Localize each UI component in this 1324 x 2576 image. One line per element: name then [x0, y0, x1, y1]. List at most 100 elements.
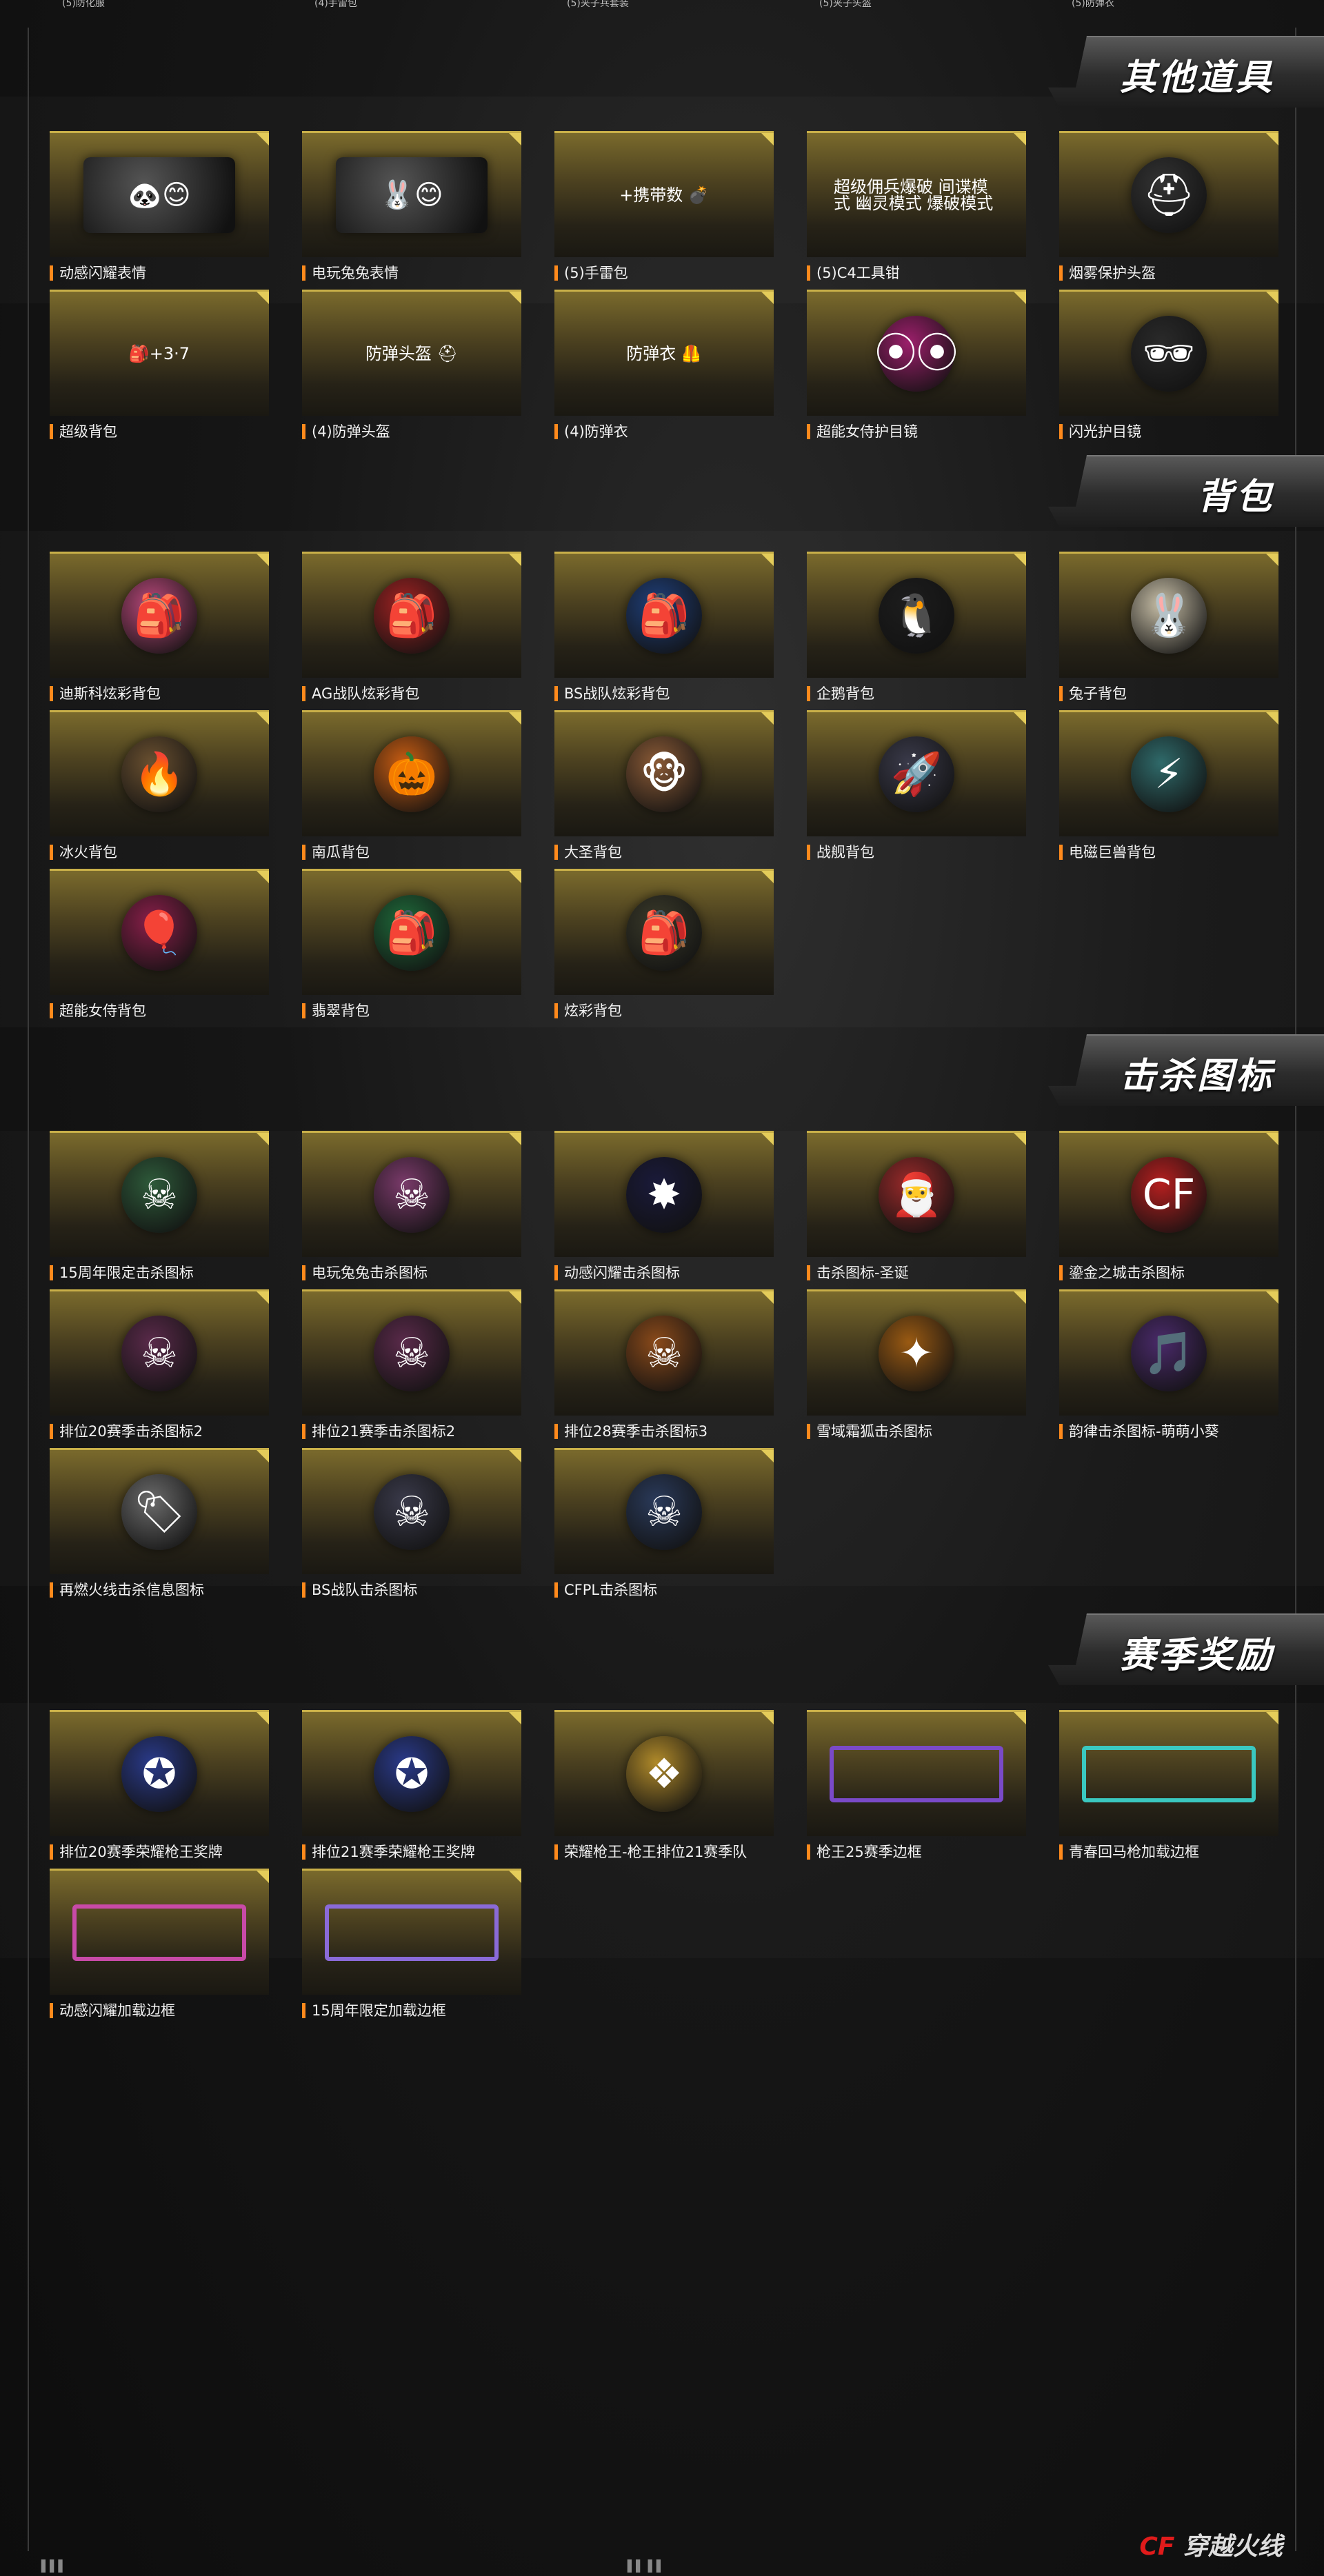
- item-card[interactable]: 🎃 南瓜背包: [302, 710, 521, 869]
- card-corner: [257, 133, 269, 145]
- item-card-image[interactable]: ✪: [302, 1710, 521, 1836]
- item-card-image[interactable]: 🎒: [554, 552, 774, 678]
- card-corner: [257, 712, 269, 725]
- item-card-image[interactable]: 🕶: [1059, 290, 1278, 416]
- item-card[interactable]: 防弹头盔 ⛑ (4)防弹头盔: [302, 290, 521, 448]
- item-grid: ✪ 排位20赛季荣耀枪王奖牌 ✪ 排位21赛季荣耀枪王奖牌 ❖ 荣耀枪王-枪王排位21赛季…: [50, 1710, 1278, 2027]
- item-card[interactable]: ✦ 雪域霜狐击杀图标: [807, 1289, 1026, 1448]
- item-card-image[interactable]: 超级佣兵爆破 间谍模式 幽灵模式 爆破模式: [807, 131, 1026, 257]
- item-card-image[interactable]: ☠: [554, 1448, 774, 1574]
- item-card-image[interactable]: 🐰: [1059, 552, 1278, 678]
- item-card[interactable]: 🐵 大圣背包: [554, 710, 774, 869]
- item-card[interactable]: ☠ 电玩兔兔击杀图标: [302, 1131, 521, 1289]
- item-card[interactable]: 超级佣兵爆破 间谍模式 幽灵模式 爆破模式 (5)C4工具钳: [807, 131, 1026, 290]
- item-card-image[interactable]: 🎒: [302, 869, 521, 995]
- card-corner: [1014, 292, 1026, 304]
- item-card[interactable]: 🎈 超能女侍背包: [50, 869, 269, 1027]
- item-card-image[interactable]: +携带数 💣: [554, 131, 774, 257]
- item-label: 电玩兔兔击杀图标: [302, 1263, 531, 1282]
- item-card[interactable]: 🎒+3·7 超级背包: [50, 290, 269, 448]
- item-card[interactable]: 青春回马枪加载边框: [1059, 1710, 1278, 1869]
- item-card-image[interactable]: [807, 1710, 1026, 1836]
- item-card-image[interactable]: 🐰😊: [302, 131, 521, 257]
- item-card[interactable]: ⚡ 电磁巨兽背包: [1059, 710, 1278, 869]
- item-card[interactable]: 🎒 翡翠背包: [302, 869, 521, 1027]
- music-skull-icon: 🎵: [1131, 1316, 1207, 1391]
- item-card-image[interactable]: 🎒: [302, 552, 521, 678]
- item-card[interactable]: 🎵 韵律击杀图标-萌萌小葵: [1059, 1289, 1278, 1448]
- item-card-image[interactable]: 🔥: [50, 710, 269, 836]
- item-card[interactable]: 🕶 闪光护目镜: [1059, 290, 1278, 448]
- item-card[interactable]: ✪ 排位20赛季荣耀枪王奖牌: [50, 1710, 269, 1869]
- season25-frame-icon: [830, 1746, 1003, 1802]
- youth-frame-icon: [1082, 1746, 1256, 1802]
- item-card-image[interactable]: ✪: [50, 1710, 269, 1836]
- item-card-image[interactable]: 🎒: [50, 552, 269, 678]
- item-card-image[interactable]: 🚀: [807, 710, 1026, 836]
- item-card[interactable]: 防弹衣 🦺 (4)防弹衣: [554, 290, 774, 448]
- item-card[interactable]: 🎅 击杀图标-圣诞: [807, 1131, 1026, 1289]
- item-card-image[interactable]: ❖: [554, 1710, 774, 1836]
- item-card[interactable]: 动感闪耀加载边框: [50, 1869, 269, 2027]
- card-corner: [761, 1291, 774, 1304]
- item-card-image[interactable]: 🎒+3·7: [50, 290, 269, 416]
- item-card-image[interactable]: [1059, 1710, 1278, 1836]
- item-label: 大圣背包: [554, 843, 783, 862]
- item-label: (5)C4工具钳: [807, 263, 1036, 283]
- item-card-image[interactable]: CF: [1059, 1131, 1278, 1257]
- item-card[interactable]: ❖ 荣耀枪王-枪王排位21赛季队: [554, 1710, 774, 1869]
- item-card-image[interactable]: ☠: [50, 1289, 269, 1416]
- item-card-image[interactable]: 🐧: [807, 552, 1026, 678]
- item-card-image[interactable]: ☠: [554, 1289, 774, 1416]
- item-card-image[interactable]: ☠: [50, 1131, 269, 1257]
- item-card-image[interactable]: 防弹衣 🦺: [554, 290, 774, 416]
- item-card[interactable]: ⦿⦿ 超能女侍护目镜: [807, 290, 1026, 448]
- item-card-image[interactable]: 🐼😊: [50, 131, 269, 257]
- item-card[interactable]: 15周年限定加载边框: [302, 1869, 521, 2027]
- item-card[interactable]: ☠ 排位21赛季击杀图标2: [302, 1289, 521, 1448]
- item-card-image[interactable]: 🐵: [554, 710, 774, 836]
- item-card-image[interactable]: 防弹头盔 ⛑: [302, 290, 521, 416]
- item-card[interactable]: 枪王25赛季边框: [807, 1710, 1026, 1869]
- item-card[interactable]: 🐰😊 电玩兔兔表情: [302, 131, 521, 290]
- item-card[interactable]: 🎒 迪斯科炫彩背包: [50, 552, 269, 710]
- item-card-image[interactable]: 🎅: [807, 1131, 1026, 1257]
- item-card[interactable]: 🚀 战舰背包: [807, 710, 1026, 869]
- item-card-image[interactable]: 🎒: [554, 869, 774, 995]
- item-card-image[interactable]: 🏷: [50, 1448, 269, 1574]
- item-card[interactable]: ☠ BS战队击杀图标: [302, 1448, 521, 1607]
- item-card-image[interactable]: ⚡: [1059, 710, 1278, 836]
- item-card-image[interactable]: ⛑: [1059, 131, 1278, 257]
- item-card[interactable]: ✸ 动感闪耀击杀图标: [554, 1131, 774, 1289]
- item-card-image[interactable]: ☠: [302, 1131, 521, 1257]
- card-corner: [257, 1712, 269, 1724]
- item-card[interactable]: 🏷 再燃火线击杀信息图标: [50, 1448, 269, 1607]
- item-card-image[interactable]: 🎃: [302, 710, 521, 836]
- item-card[interactable]: ☠ CFPL击杀图标: [554, 1448, 774, 1607]
- item-card[interactable]: 🔥 冰火背包: [50, 710, 269, 869]
- item-label: 南瓜背包: [302, 843, 531, 862]
- item-card-image[interactable]: ⦿⦿: [807, 290, 1026, 416]
- item-card-image[interactable]: 🎵: [1059, 1289, 1278, 1416]
- item-card[interactable]: ☠ 15周年限定击杀图标: [50, 1131, 269, 1289]
- item-card[interactable]: ☠ 排位28赛季击杀图标3: [554, 1289, 774, 1448]
- item-card-image[interactable]: ☠: [302, 1289, 521, 1416]
- item-card[interactable]: ✪ 排位21赛季荣耀枪王奖牌: [302, 1710, 521, 1869]
- item-card[interactable]: 🎒 BS战队炫彩背包: [554, 552, 774, 710]
- item-card[interactable]: 🎒 炫彩背包: [554, 869, 774, 1027]
- item-card[interactable]: CF 鎏金之城击杀图标: [1059, 1131, 1278, 1289]
- item-card[interactable]: 🐰 兔子背包: [1059, 552, 1278, 710]
- item-card-image[interactable]: ✦: [807, 1289, 1026, 1416]
- item-card[interactable]: ☠ 排位20赛季击杀图标2: [50, 1289, 269, 1448]
- item-card-image[interactable]: 🎈: [50, 869, 269, 995]
- item-card[interactable]: ⛑ 烟雾保护头盔: [1059, 131, 1278, 290]
- item-card-image[interactable]: ☠: [302, 1448, 521, 1574]
- item-card[interactable]: 🐧 企鹅背包: [807, 552, 1026, 710]
- item-card[interactable]: +携带数 💣 (5)手雷包: [554, 131, 774, 290]
- item-card-image[interactable]: ✸: [554, 1131, 774, 1257]
- wing-frame-icon: ❖: [626, 1736, 702, 1812]
- item-card[interactable]: 🐼😊 动感闪耀表情: [50, 131, 269, 290]
- item-card[interactable]: 🎒 AG战队炫彩背包: [302, 552, 521, 710]
- item-card-image[interactable]: [302, 1869, 521, 1995]
- item-card-image[interactable]: [50, 1869, 269, 1995]
